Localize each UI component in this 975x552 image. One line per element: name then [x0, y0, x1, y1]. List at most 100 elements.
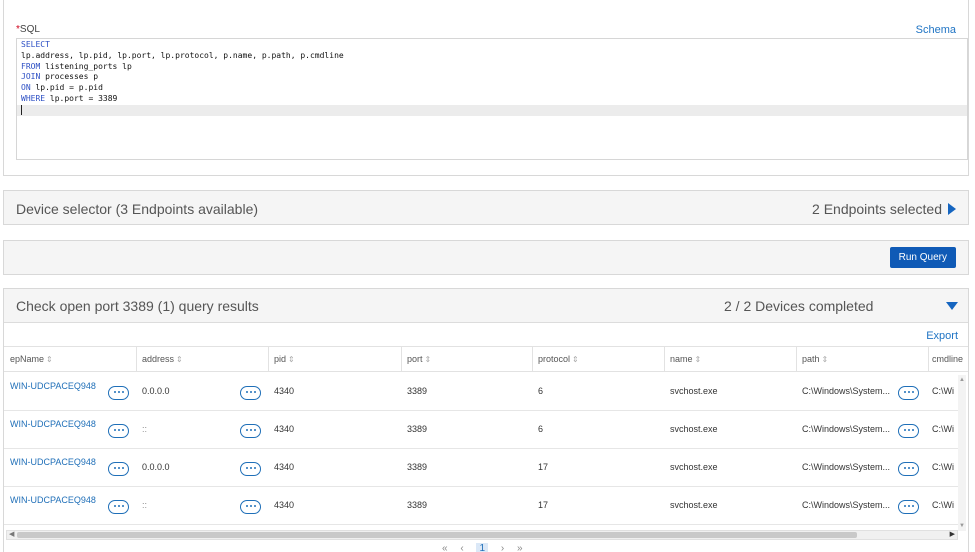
more-options-icon[interactable]: [240, 500, 261, 514]
cell-pid: 4340: [274, 500, 295, 510]
cell-name: svchost.exe: [670, 500, 718, 510]
cell-name: svchost.exe: [670, 462, 718, 472]
sort-icon[interactable]: ⇕: [46, 355, 53, 364]
more-options-icon[interactable]: [898, 462, 919, 476]
scrollbar-thumb[interactable]: [17, 532, 857, 538]
cell-address: ::: [142, 500, 148, 510]
column-divider[interactable]: [401, 346, 402, 372]
vertical-scrollbar[interactable]: ▲ ▼: [958, 375, 966, 531]
cell-path: C:\Windows\System...: [802, 500, 891, 510]
next-page-icon[interactable]: ›: [501, 543, 504, 552]
results-panel: Check open port 3389 (1) query results 2…: [3, 288, 969, 552]
cell-protocol: 6: [538, 424, 544, 434]
more-options-icon[interactable]: [240, 424, 261, 438]
cell-epname[interactable]: WIN-UDCPACEQ948: [10, 457, 96, 467]
pagination: « ‹ 1 › »: [442, 543, 533, 552]
sort-icon[interactable]: ⇕: [822, 355, 829, 364]
column-header-epname[interactable]: epName ⇕: [10, 354, 53, 364]
sql-line: SELECT: [21, 40, 50, 49]
cell-protocol: 17: [538, 462, 549, 472]
cell-port: 3389: [407, 462, 428, 472]
column-divider[interactable]: [928, 346, 929, 372]
sql-line: lp.address, lp.pid, lp.port, lp.protocol…: [21, 50, 344, 60]
expand-right-icon[interactable]: [948, 203, 956, 215]
more-options-icon[interactable]: [108, 462, 129, 476]
scroll-down-icon[interactable]: ▼: [959, 523, 965, 529]
cell-port: 3389: [407, 500, 428, 510]
cell-epname[interactable]: WIN-UDCPACEQ948: [10, 495, 96, 505]
scroll-left-icon[interactable]: ◀: [9, 530, 14, 538]
results-title: Check open port 3389 (1) query results: [16, 298, 259, 314]
cell-epname[interactable]: WIN-UDCPACEQ948: [10, 381, 96, 391]
column-header-port[interactable]: port ⇕: [407, 354, 431, 364]
column-header-address[interactable]: address ⇕: [142, 354, 183, 364]
cell-pid: 4340: [274, 424, 295, 434]
collapse-down-icon[interactable]: [946, 302, 958, 310]
sort-icon[interactable]: ⇕: [425, 355, 432, 364]
cell-epname[interactable]: WIN-UDCPACEQ948: [10, 419, 96, 429]
column-divider[interactable]: [532, 346, 533, 372]
sql-line: WHERE lp.port = 3389: [21, 93, 118, 103]
table-row[interactable]: WIN-UDCPACEQ948 :: 4340 3389 6 svchost.e…: [4, 411, 959, 449]
more-options-icon[interactable]: [108, 386, 129, 400]
sql-editor[interactable]: SELECT lp.address, lp.pid, lp.port, lp.p…: [16, 38, 968, 160]
cell-port: 3389: [407, 386, 428, 396]
sort-icon[interactable]: ⇕: [572, 355, 579, 364]
cell-port: 3389: [407, 424, 428, 434]
results-header[interactable]: Check open port 3389 (1) query results 2…: [4, 289, 968, 323]
scroll-right-icon[interactable]: ▶: [950, 530, 955, 538]
text-cursor: [21, 104, 22, 115]
sql-label: *SQL: [16, 24, 40, 35]
cell-pid: 4340: [274, 386, 295, 396]
cell-cmdline: C:\Wi: [932, 500, 954, 510]
column-divider[interactable]: [796, 346, 797, 372]
column-header-protocol[interactable]: protocol ⇕: [538, 354, 579, 364]
cell-address: ::: [142, 424, 148, 434]
more-options-icon[interactable]: [898, 386, 919, 400]
cell-name: svchost.exe: [670, 424, 718, 434]
column-header-cmdline[interactable]: cmdline: [932, 354, 963, 364]
horizontal-scrollbar[interactable]: ◀ ▶: [6, 530, 958, 540]
current-page[interactable]: 1: [476, 543, 489, 552]
cell-address: 0.0.0.0: [142, 386, 170, 396]
cell-path: C:\Windows\System...: [802, 386, 891, 396]
column-divider[interactable]: [268, 346, 269, 372]
column-header-pid[interactable]: pid ⇕: [274, 354, 295, 364]
schema-link[interactable]: Schema: [916, 24, 956, 36]
cell-protocol: 6: [538, 386, 544, 396]
cell-path: C:\Windows\System...: [802, 424, 891, 434]
sort-icon[interactable]: ⇕: [176, 355, 183, 364]
run-query-button[interactable]: Run Query: [889, 247, 956, 268]
cell-cmdline: C:\Wi: [932, 386, 954, 396]
devices-completed-status: 2 / 2 Devices completed: [724, 298, 874, 314]
more-options-icon[interactable]: [240, 386, 261, 400]
export-link[interactable]: Export: [926, 330, 958, 342]
more-options-icon[interactable]: [108, 500, 129, 514]
more-options-icon[interactable]: [898, 500, 919, 514]
device-selector[interactable]: Device selector (3 Endpoints available) …: [3, 190, 969, 225]
sql-line: FROM listening_ports lp: [21, 61, 132, 71]
first-page-icon[interactable]: «: [442, 543, 448, 552]
table-header: epName ⇕ address ⇕ pid ⇕ port ⇕ protocol ⇕ na…: [4, 346, 968, 372]
table-row[interactable]: WIN-UDCPACEQ948 :: 4340 3389 17 svchost.…: [4, 487, 959, 525]
last-page-icon[interactable]: »: [517, 543, 523, 552]
more-options-icon[interactable]: [108, 424, 129, 438]
more-options-icon[interactable]: [898, 424, 919, 438]
sort-icon[interactable]: ⇕: [695, 355, 702, 364]
column-divider[interactable]: [664, 346, 665, 372]
column-header-name[interactable]: name ⇕: [670, 354, 701, 364]
device-selector-label: Device selector (3 Endpoints available): [16, 201, 259, 217]
prev-page-icon[interactable]: ‹: [460, 543, 463, 552]
scroll-up-icon[interactable]: ▲: [959, 377, 965, 383]
column-divider[interactable]: [136, 346, 137, 372]
sql-line: ON lp.pid = p.pid: [21, 83, 103, 93]
cell-address: 0.0.0.0: [142, 462, 170, 472]
more-options-icon[interactable]: [240, 462, 261, 476]
cell-pid: 4340: [274, 462, 295, 472]
sql-panel: *SQL Schema SELECT lp.address, lp.pid, l…: [3, 0, 969, 176]
table-row[interactable]: WIN-UDCPACEQ948 0.0.0.0 4340 3389 6 svch…: [4, 373, 959, 411]
sql-active-line: [17, 104, 967, 116]
column-header-path[interactable]: path ⇕: [802, 354, 828, 364]
table-row[interactable]: WIN-UDCPACEQ948 0.0.0.0 4340 3389 17 svc…: [4, 449, 959, 487]
sort-icon[interactable]: ⇕: [288, 355, 295, 364]
